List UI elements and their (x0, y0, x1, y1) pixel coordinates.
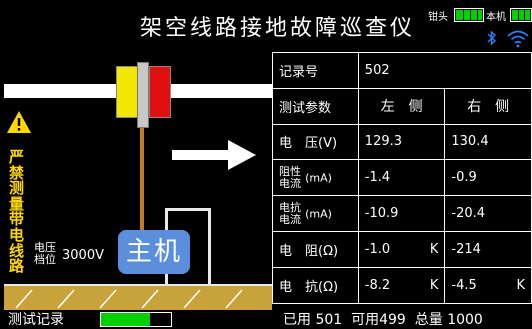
insulated-rod (140, 128, 144, 238)
bluetooth-icon (487, 30, 497, 46)
table-row: 电 抗(Ω) -8.2 K -4.5 K (272, 266, 532, 304)
header-bar: 架空线路接地故障巡查仪 钳头 本机 (0, 0, 532, 52)
resistance-label: 电 阻(Ω) (272, 230, 359, 268)
resistive-current-left-value: -1.4 (364, 170, 391, 186)
reactance-left-unit: K (429, 277, 439, 293)
clamp-battery-label: 钳头 (428, 12, 448, 23)
main-unit-icon: 主机 (118, 230, 190, 274)
record-label: 测试记录 (8, 312, 64, 328)
table-row: 阻性 电流 (mA) -1.4 -0.9 (272, 159, 532, 197)
record-number-label: 记录号 (272, 52, 359, 89)
warning-triangle-icon (7, 111, 31, 133)
voltage-right-value: 130.4 (451, 134, 489, 150)
right-side-header: 右 侧 (444, 87, 532, 125)
reactive-current-left-value: -10.9 (364, 206, 399, 222)
record-number-value: 502 (357, 52, 532, 89)
clamp-body (137, 62, 149, 128)
resistive-current-unit: (mA) (305, 171, 332, 185)
voltage-range-value: 3000V (62, 248, 104, 263)
right-arrow-icon (172, 140, 256, 170)
storage-stats: 已用 501 可用499 总量 1000 (283, 309, 483, 329)
resistance-left-value: -1.0 (364, 241, 391, 257)
ground-hatch (4, 286, 272, 310)
used-label: 已用 (283, 312, 311, 328)
host-battery-label: 本机 (486, 12, 506, 23)
reactance-right-unit: K (516, 277, 525, 293)
reactive-current-unit: (mA) (305, 207, 332, 221)
total-value: 1000 (447, 312, 483, 328)
reactance-label: 电 抗(Ω) (272, 266, 359, 304)
reactive-current-label-b: 电流 (279, 212, 301, 226)
reactive-current-right-value: -20.4 (451, 206, 486, 222)
app-title: 架空线路接地故障巡查仪 (140, 16, 416, 41)
resistance-right-value: -214 (451, 241, 481, 257)
table-row: 电抗 电流 (mA) -10.9 -20.4 (272, 195, 532, 232)
used-value: 501 (315, 312, 343, 328)
warning-text: 严禁测量带电线路 (9, 148, 25, 276)
total-label: 总量 (414, 312, 443, 328)
resistive-current-label-b: 电流 (279, 176, 301, 190)
clamp-battery-icon (454, 8, 484, 22)
wifi-icon (507, 30, 529, 48)
table-row: 电 阻(Ω) -1.0 K -214 (272, 230, 532, 268)
clamp-jaw-yellow (116, 66, 138, 118)
measurement-table: 记录号 502 测试参数 左 侧 右 侧 电 压(V) 129.3 130.4 … (272, 52, 532, 310)
resistive-current-right-value: -0.9 (451, 170, 477, 186)
table-row: 测试参数 左 侧 右 侧 (272, 87, 532, 125)
voltage-left-value: 129.3 (364, 134, 403, 150)
available-label: 可用 (351, 312, 380, 328)
table-row: 记录号 502 (272, 52, 532, 89)
left-side-header: 左 侧 (357, 87, 446, 125)
available-value: 499 (379, 312, 406, 328)
clamp-jaw-red (149, 66, 171, 118)
reactance-left-value: -8.2 (364, 277, 391, 293)
storage-progress-bar (100, 312, 172, 327)
line-diagram-panel: 严禁测量带电线路 电压档位 3000V 主机 (4, 52, 272, 310)
table-row: 电 压(V) 129.3 130.4 (272, 123, 532, 161)
voltage-label: 电 压(V) (272, 123, 359, 161)
reactance-right-value: -4.5 (451, 277, 477, 293)
voltage-range-label: 电压档位 (34, 241, 56, 266)
host-battery-icon (510, 8, 532, 22)
resistance-left-unit: K (429, 241, 439, 257)
param-header: 测试参数 (272, 87, 359, 125)
